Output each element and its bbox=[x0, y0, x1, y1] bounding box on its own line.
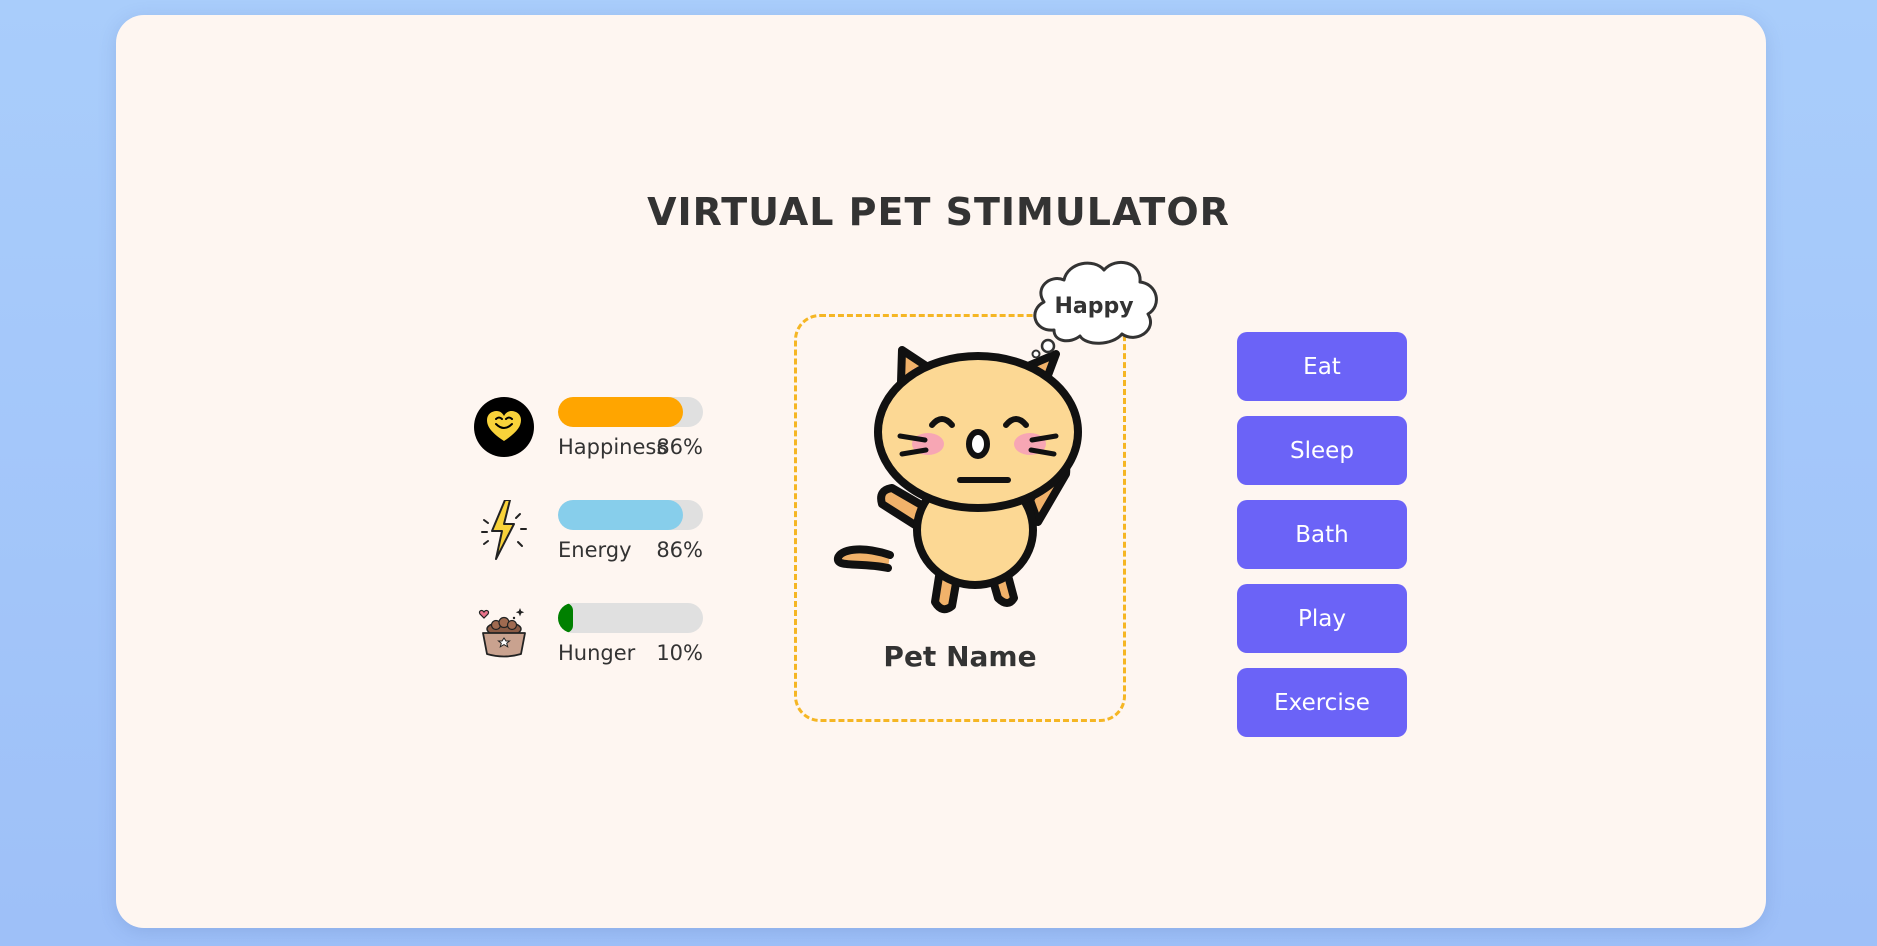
exercise-button[interactable]: Exercise bbox=[1237, 668, 1407, 737]
pet-food-bowl-icon bbox=[474, 603, 534, 663]
play-button[interactable]: Play bbox=[1237, 584, 1407, 653]
hunger-value: 10% bbox=[656, 641, 703, 665]
hunger-bar bbox=[558, 603, 703, 633]
cat-icon bbox=[834, 346, 1082, 614]
smiling-heart-icon bbox=[474, 397, 534, 457]
happiness-bar-fill bbox=[558, 397, 683, 427]
bath-button[interactable]: Bath bbox=[1237, 500, 1407, 569]
energy-bar-fill bbox=[558, 500, 683, 530]
happiness-value: 86% bbox=[656, 435, 703, 459]
energy-bar bbox=[558, 500, 703, 530]
energy-value: 86% bbox=[656, 538, 703, 562]
happiness-bar bbox=[558, 397, 703, 427]
sleep-button[interactable]: Sleep bbox=[1237, 416, 1407, 485]
stat-hunger: Hunger 10% bbox=[474, 603, 714, 683]
lightning-bolt-icon bbox=[474, 499, 534, 560]
hunger-bar-fill bbox=[558, 603, 573, 633]
eat-button[interactable]: Eat bbox=[1237, 332, 1407, 401]
pet-name: Pet Name bbox=[883, 640, 1037, 673]
stat-happiness: Happiness 86% bbox=[474, 397, 714, 477]
stat-energy: Energy 86% bbox=[474, 499, 714, 580]
page-title: VIRTUAL PET STIMULATOR bbox=[647, 190, 1230, 234]
pet-mood-text: Happy bbox=[1054, 294, 1134, 319]
